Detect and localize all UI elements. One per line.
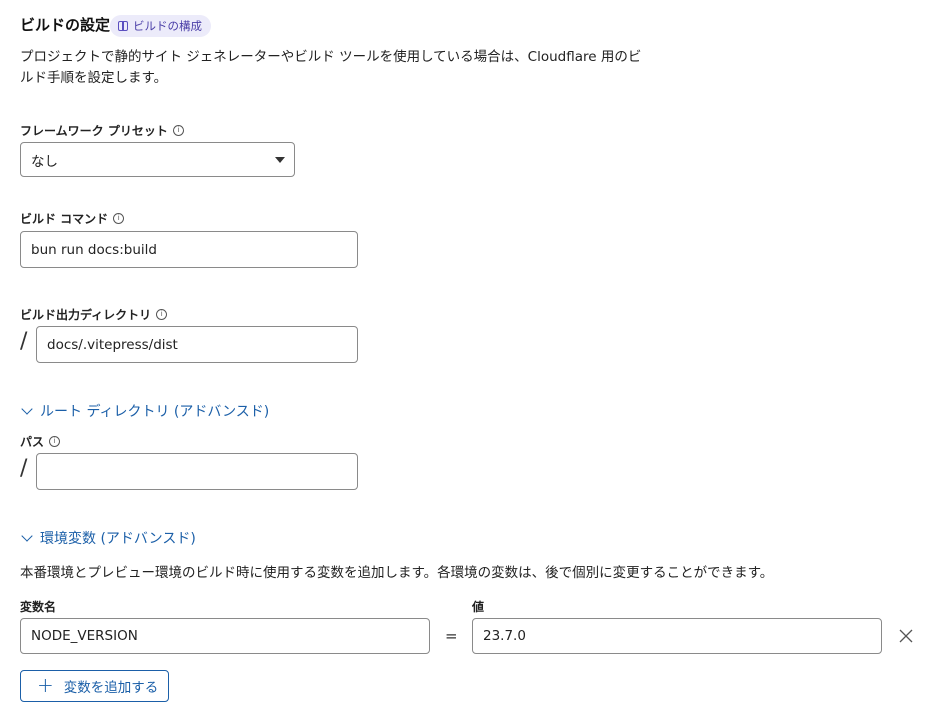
build-output-value: docs/.vitepress/dist xyxy=(47,336,178,353)
env-vars-toggle[interactable]: 環境変数 (アドバンスド) xyxy=(20,528,196,548)
framework-preset-value: なし xyxy=(31,153,58,170)
add-variable-label: 変数を追加する xyxy=(63,680,159,696)
equals-sign: = xyxy=(445,627,458,645)
root-path-input[interactable] xyxy=(36,453,358,490)
info-icon[interactable]: i xyxy=(49,436,61,447)
build-command-input[interactable]: bun run docs:build xyxy=(20,231,358,268)
info-icon[interactable]: i xyxy=(156,309,168,320)
var-value-header: 値 xyxy=(472,600,485,614)
badge-label: ビルドの構成 xyxy=(133,19,202,33)
build-output-input[interactable]: docs/.vitepress/dist xyxy=(36,326,358,363)
remove-variable-button[interactable] xyxy=(899,628,913,647)
framework-preset-label: フレームワーク プリセット i xyxy=(20,122,184,139)
build-output-label-text: ビルド出力ディレクトリ xyxy=(20,308,152,322)
page-title: ビルドの設定 xyxy=(20,16,111,34)
build-config-badge[interactable]: ビルドの構成 xyxy=(110,15,211,37)
info-icon[interactable]: i xyxy=(172,125,184,136)
close-icon xyxy=(899,629,913,643)
var-name-input[interactable]: NODE_VERSION xyxy=(20,618,430,654)
build-output-label: ビルド出力ディレクトリ i xyxy=(20,306,168,323)
build-command-label: ビルド コマンド i xyxy=(20,210,125,227)
page-description: プロジェクトで静的サイト ジェネレーターやビルド ツールを使用している場合は、C… xyxy=(20,49,642,86)
root-directory-toggle[interactable]: ルート ディレクトリ (アドバンスド) xyxy=(20,401,269,421)
root-directory-toggle-label: ルート ディレクトリ (アドバンスド) xyxy=(40,404,270,420)
build-command-value: bun run docs:build xyxy=(31,241,157,258)
chevron-down-icon xyxy=(21,403,33,415)
path-slash: / xyxy=(20,329,28,354)
framework-preset-label-text: フレームワーク プリセット xyxy=(20,124,168,138)
env-vars-toggle-label: 環境変数 (アドバンスド) xyxy=(40,531,196,547)
var-name-header: 変数名 xyxy=(20,600,57,614)
framework-preset-select[interactable]: なし xyxy=(20,142,295,177)
chevron-down-icon xyxy=(275,157,285,163)
path-slash: / xyxy=(20,456,28,481)
chevron-down-icon xyxy=(21,530,33,542)
var-name-value: NODE_VERSION xyxy=(31,628,138,644)
var-value-value: 23.7.0 xyxy=(483,628,526,644)
path-label: パス i xyxy=(20,433,61,450)
plus-icon: + xyxy=(37,673,54,697)
info-icon[interactable]: i xyxy=(113,213,125,224)
path-label-text: パス xyxy=(20,435,45,449)
build-command-label-text: ビルド コマンド xyxy=(20,212,109,226)
add-variable-button[interactable]: + 変数を追加する xyxy=(20,670,169,702)
env-vars-description: 本番環境とプレビュー環境のビルド時に使用する変数を追加します。各環境の変数は、後… xyxy=(20,565,774,581)
var-value-input[interactable]: 23.7.0 xyxy=(472,618,882,654)
book-icon xyxy=(118,20,128,31)
